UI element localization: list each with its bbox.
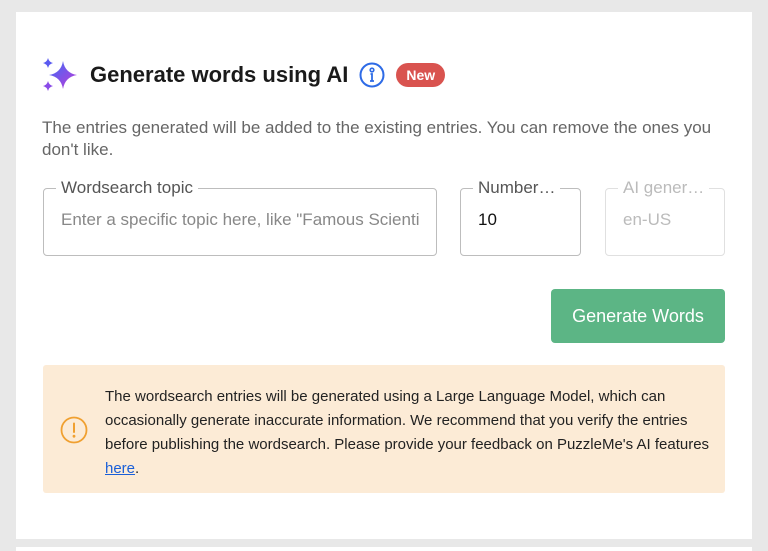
number-label: Number… [478, 178, 556, 197]
feedback-link[interactable]: here [105, 460, 135, 477]
ai-language-input [616, 198, 714, 230]
sparkle-icon [43, 58, 77, 91]
notice-text: The wordsearch entries will be generated… [105, 385, 710, 481]
generate-words-button[interactable]: Generate Words [551, 289, 725, 343]
panel-description: The entries generated will be added to t… [42, 118, 712, 159]
ai-disclaimer-notice: The wordsearch entries will be generated… [43, 365, 725, 493]
info-icon[interactable] [359, 62, 385, 88]
ai-language-label: AI gener… [623, 178, 705, 197]
warning-icon [60, 416, 88, 444]
panel-heading: Generate words using AI New [42, 58, 446, 92]
new-badge: New [396, 63, 446, 87]
ai-language-field: AI gener… [605, 178, 725, 256]
topic-input[interactable] [54, 198, 426, 230]
topic-label: Wordsearch topic [61, 178, 193, 197]
notice-suffix: . [135, 460, 140, 477]
ai-generate-panel: Generate words using AI New The entries … [16, 12, 752, 539]
notice-body: The wordsearch entries will be generated… [105, 388, 710, 453]
panel-title: Generate words using AI [90, 62, 349, 87]
number-field: Number… [460, 178, 581, 256]
topic-field: Wordsearch topic [43, 178, 437, 256]
next-panel-edge [16, 547, 752, 551]
number-input[interactable] [471, 198, 570, 230]
